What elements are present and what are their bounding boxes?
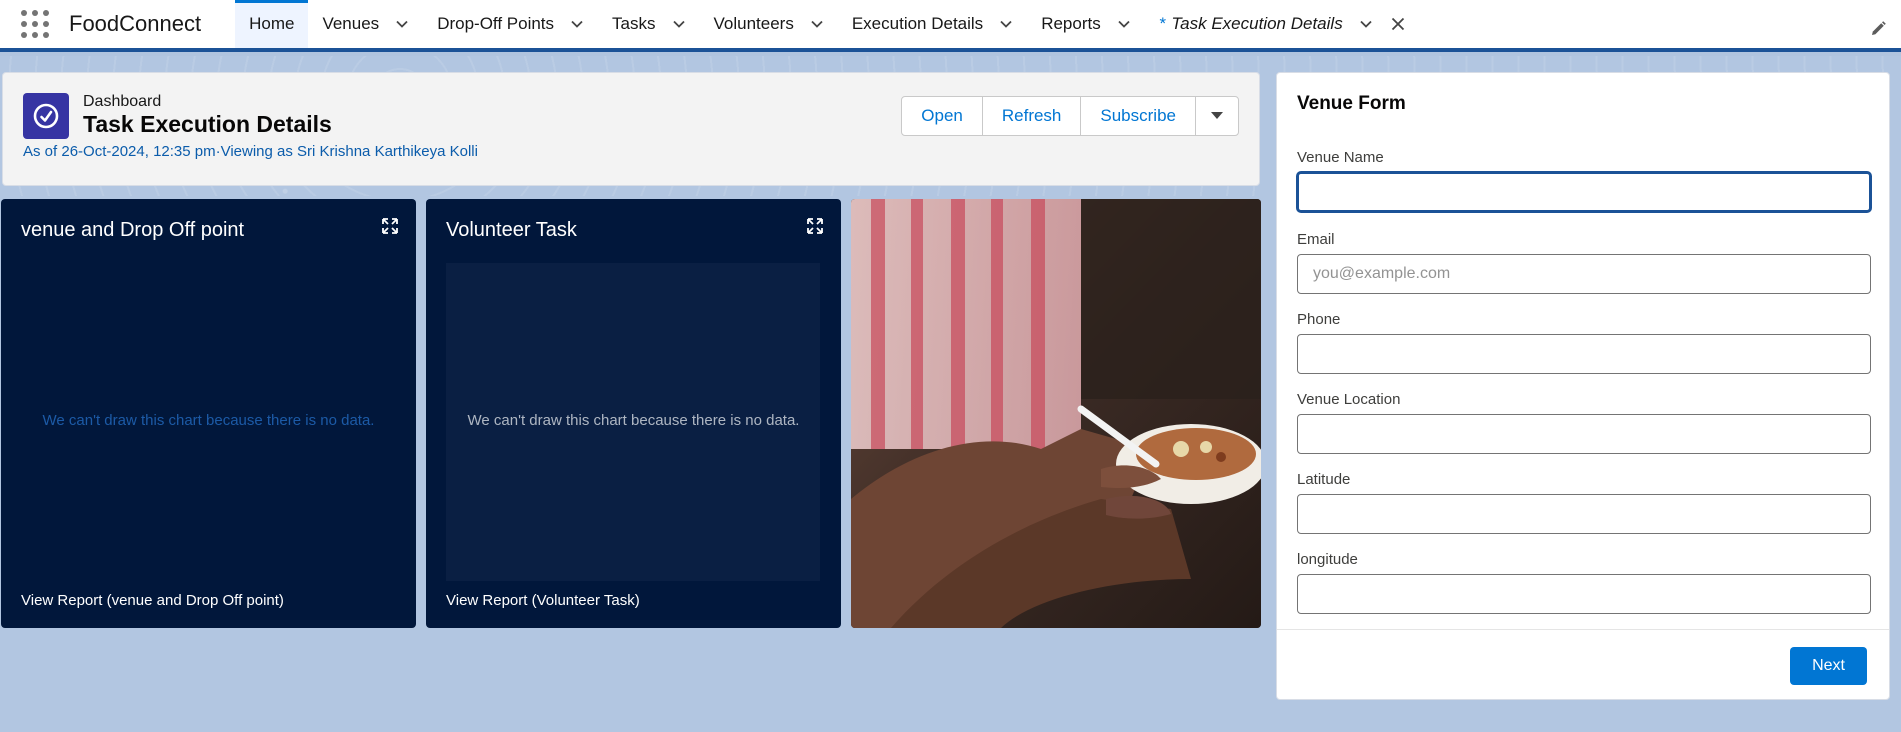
expand-icon[interactable] — [807, 218, 823, 234]
chart-card-volunteer-task: Volunteer Task We can't draw this chart … — [426, 199, 841, 628]
chart-card-venue-drop-off: venue and Drop Off point We can't draw t… — [1, 199, 416, 628]
view-report-link[interactable]: View Report (Volunteer Task) — [446, 592, 640, 609]
venue-name-field: Venue Name — [1297, 149, 1871, 212]
page-title: Task Execution Details — [83, 111, 332, 137]
field-label: Venue Name — [1297, 149, 1384, 166]
pencil-icon[interactable] — [1869, 20, 1887, 38]
unsaved-marker: * — [1158, 14, 1166, 33]
venue-form: Venue Form Venue Name Email Phone Venue … — [1276, 72, 1890, 700]
field-label: Latitude — [1297, 471, 1351, 488]
no-data-message: We can't draw this chart because there i… — [42, 412, 375, 429]
tab-execution-details[interactable]: Execution Details — [838, 0, 1027, 48]
tab-task-execution-details[interactable]: * Task Execution Details — [1145, 0, 1419, 48]
phone-field: Phone — [1297, 311, 1871, 374]
tab-venues[interactable]: Venues — [308, 0, 423, 48]
global-nav: FoodConnect Home Venues Drop-Off Points … — [0, 0, 1901, 52]
dashboard-header: Dashboard Task Execution Details As of 2… — [2, 72, 1260, 186]
app-launcher-icon[interactable] — [17, 6, 53, 42]
card-title: venue and Drop Off point — [21, 219, 245, 241]
tab-home[interactable]: Home — [235, 0, 309, 48]
form-title: Venue Form — [1297, 93, 1406, 114]
chevron-down-icon[interactable] — [999, 17, 1013, 31]
tab-label: Home — [249, 14, 295, 33]
tab-drop-off-points[interactable]: Drop-Off Points — [423, 0, 598, 48]
field-label: longitude — [1297, 551, 1358, 568]
latitude-field: Latitude — [1297, 471, 1871, 534]
chevron-down-icon[interactable] — [1117, 17, 1131, 31]
latitude-input[interactable] — [1297, 494, 1871, 534]
chevron-down-icon[interactable] — [395, 17, 409, 31]
chevron-down-icon[interactable] — [810, 17, 824, 31]
refresh-button[interactable]: Refresh — [983, 97, 1082, 135]
dashboard-actions: Open Refresh Subscribe — [901, 96, 1239, 136]
dashboard-eyebrow: Dashboard — [83, 93, 162, 110]
venue-location-field: Venue Location — [1297, 391, 1871, 454]
form-footer: Next — [1277, 629, 1889, 699]
chevron-down-icon[interactable] — [570, 17, 584, 31]
tab-label: Volunteers — [713, 14, 794, 33]
no-data-message: We can't draw this chart because there i… — [467, 412, 800, 429]
phone-input[interactable] — [1297, 334, 1871, 374]
tab-label: Reports — [1041, 14, 1101, 33]
chevron-down-icon — [1211, 112, 1223, 119]
longitude-input[interactable] — [1297, 574, 1871, 614]
expand-icon[interactable] — [382, 218, 398, 234]
email-input[interactable] — [1297, 254, 1871, 294]
app-name: FoodConnect — [69, 11, 202, 36]
tab-label: Task Execution Details — [1171, 14, 1343, 33]
tab-label: Drop-Off Points — [437, 14, 555, 33]
field-label: Phone — [1297, 311, 1341, 328]
field-label: Email — [1297, 231, 1335, 248]
close-icon[interactable] — [1391, 17, 1405, 31]
venue-location-input[interactable] — [1297, 414, 1871, 454]
tab-label: Venues — [322, 14, 380, 33]
longitude-field: longitude — [1297, 551, 1871, 614]
card-title: Volunteer Task — [446, 219, 577, 241]
view-report-link[interactable]: View Report (venue and Drop Off point) — [21, 592, 284, 609]
tab-reports[interactable]: Reports — [1027, 0, 1145, 48]
tab-volunteers[interactable]: Volunteers — [700, 0, 838, 48]
venue-name-input[interactable] — [1297, 172, 1871, 212]
open-button[interactable]: Open — [902, 97, 983, 135]
field-label: Venue Location — [1297, 391, 1401, 408]
chevron-down-icon[interactable] — [1359, 17, 1373, 31]
tab-label: Tasks — [612, 14, 656, 33]
chevron-down-icon[interactable] — [672, 17, 686, 31]
more-actions-button[interactable] — [1196, 97, 1238, 135]
food-donation-photo — [851, 199, 1261, 628]
tab-tasks[interactable]: Tasks — [598, 0, 699, 48]
email-field: Email — [1297, 231, 1871, 294]
tab-label: Execution Details — [851, 14, 984, 33]
subscribe-button[interactable]: Subscribe — [1081, 97, 1196, 135]
next-button[interactable]: Next — [1790, 647, 1867, 685]
dashboard-subtitle: As of 26-Oct-2024, 12:35 pm·Viewing as S… — [23, 143, 478, 160]
gauge-icon — [23, 93, 69, 139]
